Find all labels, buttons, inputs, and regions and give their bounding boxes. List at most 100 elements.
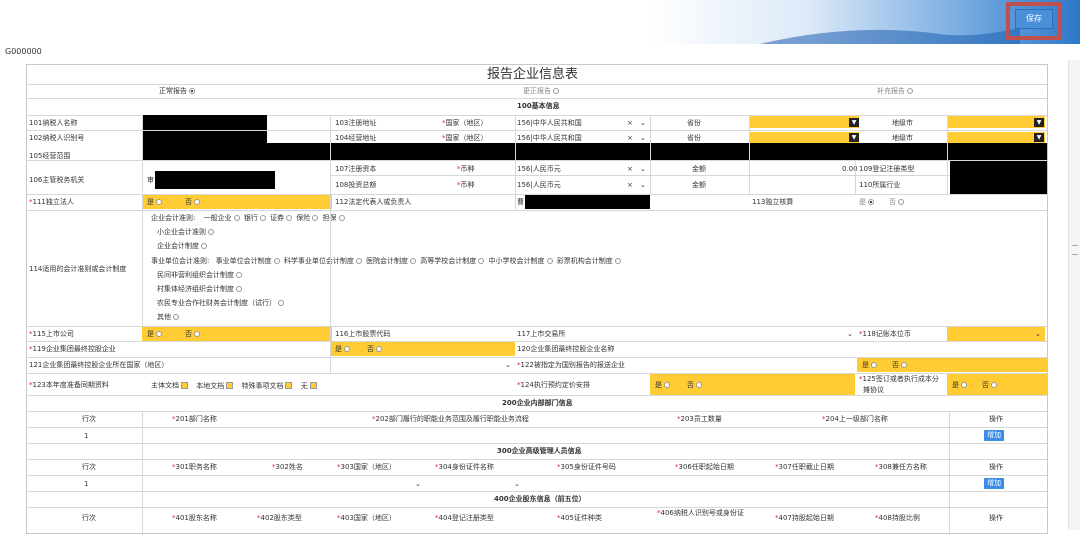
radio-icon[interactable] bbox=[286, 215, 293, 221]
chevron-down-icon[interactable]: ⌄ bbox=[514, 481, 520, 488]
legal-rep-value[interactable]: 曹 bbox=[517, 199, 524, 206]
clear-icon[interactable]: × bbox=[627, 120, 633, 127]
f113-yes[interactable]: 是 bbox=[859, 199, 876, 206]
clear-icon[interactable]: × bbox=[627, 135, 633, 142]
redacted-109 bbox=[950, 161, 1047, 194]
chevron-down-icon[interactable]: ⌄ bbox=[1035, 331, 1041, 338]
radio-icon[interactable] bbox=[546, 258, 553, 264]
save-button[interactable]: 保存 bbox=[1015, 9, 1053, 29]
acct-npo[interactable]: 民间非营利组织会计制度 bbox=[157, 272, 244, 279]
vertical-scrollbar[interactable] bbox=[1068, 60, 1080, 530]
radio-icon[interactable] bbox=[273, 258, 280, 264]
acct-enterprise[interactable]: 企业会计制度 bbox=[157, 243, 209, 250]
chevron-down-icon[interactable]: ⌄ bbox=[640, 135, 646, 142]
acct-village[interactable]: 村集体经济组织会计制度 bbox=[157, 286, 244, 293]
radio-icon[interactable] bbox=[898, 199, 904, 205]
radio-icon[interactable] bbox=[664, 382, 670, 388]
chevron-down-icon[interactable]: ⌄ bbox=[505, 362, 511, 369]
acct-coop[interactable]: 农民专业合作社财务会计制度（试行） bbox=[157, 300, 286, 307]
radio-icon[interactable] bbox=[907, 88, 913, 94]
f118-select[interactable] bbox=[947, 327, 1045, 341]
radio-icon[interactable] bbox=[233, 215, 240, 221]
report-type-correction[interactable]: 更正报告 bbox=[523, 88, 561, 95]
province-select[interactable] bbox=[749, 116, 859, 128]
chevron-down-icon[interactable]: ⌄ bbox=[847, 331, 853, 338]
radio-icon[interactable] bbox=[236, 286, 242, 292]
acct-small[interactable]: 小企业会计准则 bbox=[157, 229, 216, 236]
radio-icon[interactable] bbox=[614, 258, 621, 264]
radio-icon[interactable] bbox=[991, 382, 997, 388]
checkbox-icon[interactable] bbox=[226, 382, 234, 389]
f122-no[interactable]: 否 bbox=[892, 362, 909, 369]
radio-icon[interactable] bbox=[355, 258, 362, 264]
dept-h204-text: 204上一级部门名称 bbox=[825, 415, 888, 423]
dropdown-icon[interactable]: ▼ bbox=[849, 133, 859, 142]
report-type-normal[interactable]: 正常报告 bbox=[159, 88, 197, 95]
radio-icon[interactable] bbox=[553, 88, 559, 94]
acct-l1-label: 企业会计准则: bbox=[151, 214, 196, 222]
checkbox-icon[interactable] bbox=[181, 382, 188, 389]
radio-icon[interactable] bbox=[194, 331, 200, 337]
radio-icon[interactable] bbox=[961, 382, 967, 388]
section-200-header: 200企业内部部门信息 bbox=[502, 399, 573, 407]
acct-other[interactable]: 其他 bbox=[157, 314, 181, 321]
radio-icon[interactable] bbox=[278, 300, 284, 306]
select-107-currency[interactable]: 156|人民币元 bbox=[517, 166, 561, 173]
dept-add-button[interactable]: 增加 bbox=[984, 430, 1004, 441]
f124-yes[interactable]: 是 bbox=[655, 382, 672, 389]
label-101: 101纳税人名称 bbox=[29, 119, 78, 127]
f115-yes[interactable]: 是 bbox=[147, 331, 164, 338]
f111-yes[interactable]: 是 bbox=[147, 199, 164, 206]
f115-no[interactable]: 否 bbox=[185, 331, 202, 338]
clear-icon[interactable]: × bbox=[627, 166, 633, 173]
radio-icon[interactable] bbox=[901, 362, 907, 368]
chevron-down-icon[interactable]: ⌄ bbox=[640, 166, 646, 173]
mgr-add-button[interactable]: 增加 bbox=[984, 478, 1004, 489]
radio-icon[interactable] bbox=[696, 382, 702, 388]
clear-icon[interactable]: × bbox=[627, 182, 633, 189]
tax-office-value[interactable]: 审 bbox=[147, 177, 154, 184]
radio-icon[interactable] bbox=[478, 258, 485, 264]
radio-icon[interactable] bbox=[173, 314, 179, 320]
city-select[interactable] bbox=[947, 132, 1045, 143]
select-108-currency[interactable]: 156|人民币元 bbox=[517, 182, 561, 189]
radio-icon[interactable] bbox=[312, 215, 319, 221]
radio-icon[interactable] bbox=[871, 362, 877, 368]
radio-icon[interactable] bbox=[208, 229, 214, 235]
f124-no[interactable]: 否 bbox=[687, 382, 704, 389]
radio-icon[interactable] bbox=[156, 331, 162, 337]
no-label: 否 bbox=[185, 198, 192, 206]
chevron-down-icon[interactable]: ⌄ bbox=[640, 120, 646, 127]
section-100-header: 100基本信息 bbox=[517, 102, 560, 110]
radio-icon[interactable] bbox=[236, 272, 242, 278]
radio-icon[interactable] bbox=[338, 215, 345, 221]
dropdown-icon[interactable]: ▼ bbox=[1034, 133, 1044, 142]
radio-icon[interactable] bbox=[376, 346, 382, 352]
radio-icon[interactable] bbox=[201, 243, 207, 249]
f111-no[interactable]: 否 bbox=[185, 199, 202, 206]
dropdown-icon[interactable]: ▼ bbox=[849, 118, 859, 127]
f125-yes[interactable]: 是 bbox=[952, 382, 969, 389]
radio-icon[interactable] bbox=[156, 199, 162, 205]
f119-yes[interactable]: 是 bbox=[335, 346, 352, 353]
radio-icon[interactable] bbox=[259, 215, 266, 221]
radio-icon[interactable] bbox=[194, 199, 200, 205]
select-103-country[interactable]: 156|中华人民共和国 bbox=[517, 120, 582, 127]
chevron-down-icon[interactable]: ⌄ bbox=[640, 182, 646, 189]
f125-no[interactable]: 否 bbox=[982, 382, 999, 389]
radio-icon[interactable] bbox=[410, 258, 417, 264]
f122-yes[interactable]: 是 bbox=[862, 362, 879, 369]
radio-icon[interactable] bbox=[344, 346, 350, 352]
f119-no[interactable]: 否 bbox=[367, 346, 384, 353]
checkbox-icon[interactable] bbox=[309, 382, 317, 389]
select-104-country[interactable]: 156|中华人民共和国 bbox=[517, 135, 582, 142]
checkbox-icon[interactable] bbox=[285, 382, 293, 389]
radio-icon[interactable] bbox=[189, 88, 195, 94]
f113-no[interactable]: 否 bbox=[889, 199, 906, 206]
dropdown-icon[interactable]: ▼ bbox=[1034, 118, 1044, 127]
report-type-supplement[interactable]: 补充报告 bbox=[877, 88, 915, 95]
province-select[interactable] bbox=[749, 132, 859, 143]
chevron-down-icon[interactable]: ⌄ bbox=[415, 481, 421, 488]
city-select[interactable] bbox=[947, 116, 1045, 128]
radio-icon[interactable] bbox=[868, 199, 874, 205]
